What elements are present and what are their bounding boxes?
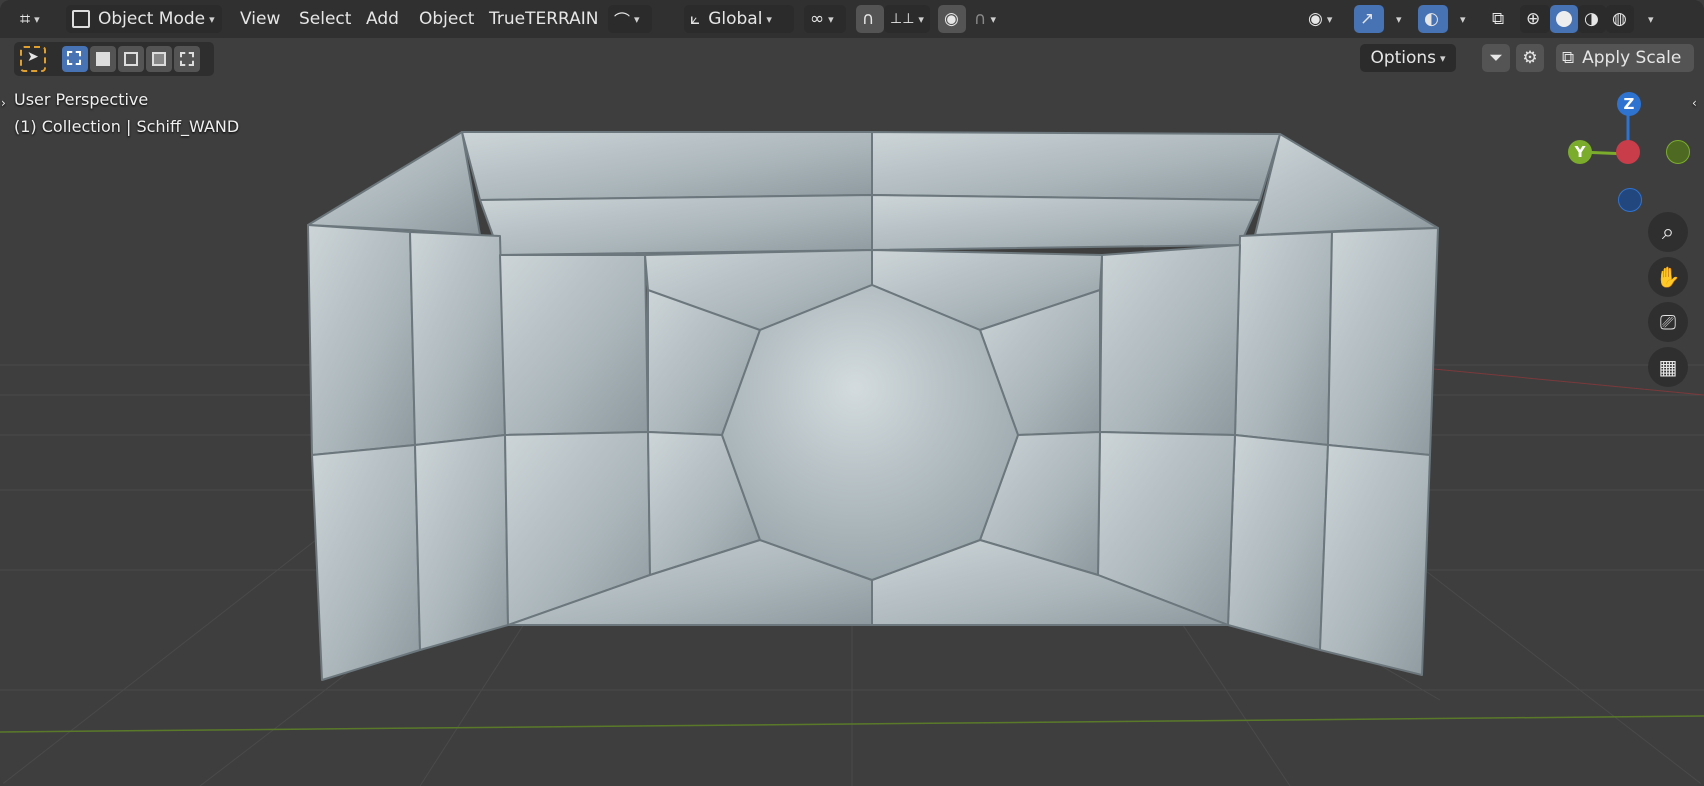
orientation-axes-icon: ⟀	[690, 9, 701, 29]
filter-funnel-icon: ⏷	[1489, 48, 1503, 68]
sidebar-expand-icon[interactable]: ‹	[1692, 96, 1697, 110]
select-box-subtract[interactable]	[118, 46, 144, 72]
shading-dropdown[interactable]: ▾	[1638, 5, 1662, 33]
menu-add[interactable]: Add	[366, 9, 399, 29]
select-box-intersect[interactable]	[174, 46, 200, 72]
shading-solid[interactable]	[1550, 5, 1578, 33]
material-sphere-icon: ◑	[1584, 9, 1599, 29]
overlays-toggle[interactable]: ◐	[1418, 5, 1448, 33]
select-invert-icon	[152, 52, 166, 66]
chevron-down-icon: ▾	[1648, 12, 1654, 26]
cursor-arrow-icon: ➤	[27, 49, 39, 65]
terrain-curve-dropdown[interactable]: ⌒ ▾	[608, 5, 652, 33]
scale-icon: ⧉	[1562, 48, 1575, 68]
falloff-curve-icon: ∩	[974, 9, 987, 29]
shading-material-preview[interactable]: ◑	[1578, 5, 1606, 33]
proportional-edit-icon: ◉	[944, 9, 959, 29]
pivot-point-selector[interactable]: ∞ ▾	[804, 5, 846, 33]
navigation-gizmo[interactable]: Z Y	[1560, 86, 1690, 216]
solid-sphere-icon	[1556, 11, 1572, 27]
toolbar-expand-icon[interactable]: ›	[1, 96, 6, 110]
gizmo-z-axis[interactable]: Z	[1617, 92, 1641, 116]
proportional-editing-toggle[interactable]: ◉	[938, 5, 966, 33]
xray-icon: ⧉	[1492, 9, 1505, 29]
zoom-button[interactable]: ⌕	[1648, 212, 1688, 252]
curve-icon: ⌒	[614, 11, 631, 30]
snap-target-selector[interactable]: ⊥⊥ ▾	[884, 5, 930, 33]
gear-icon: ⚙	[1522, 48, 1538, 68]
select-extend-icon	[96, 52, 110, 66]
select-box-extend[interactable]	[90, 46, 116, 72]
transform-orientation-selector[interactable]: ⟀ Global ▾	[684, 5, 794, 33]
center-heptagon-panel	[720, 283, 1020, 582]
3d-viewport-icon: ⌗	[20, 8, 31, 30]
mode-selector[interactable]: Object Mode ▾	[66, 5, 222, 33]
menu-object[interactable]: Object	[419, 9, 474, 29]
gizmo-neg-z-axis[interactable]	[1618, 188, 1642, 212]
overlays-dropdown[interactable]: ▾	[1450, 5, 1472, 33]
pivot-link-icon: ∞	[810, 9, 825, 29]
select-subtract-icon	[124, 52, 138, 66]
settings-button[interactable]: ⚙	[1516, 44, 1544, 72]
snap-toggle[interactable]: ∩	[856, 5, 884, 33]
object-mode-icon	[72, 10, 90, 28]
camera-icon: ⎚	[1660, 310, 1676, 334]
rendered-sphere-icon: ◍	[1612, 9, 1627, 29]
shading-wireframe[interactable]: ⊕	[1520, 5, 1550, 33]
viewport-header: ⌗ ▾ Object Mode ▾ View Select Add Object T…	[0, 0, 1704, 38]
camera-view-button[interactable]: ⎚	[1648, 302, 1688, 342]
menu-view[interactable]: View	[240, 9, 280, 29]
collection-info-label: (1) Collection | Schiff_WAND	[14, 117, 240, 136]
ortho-grid-icon: ▦	[1658, 355, 1678, 379]
overlays-icon: ◐	[1424, 9, 1439, 29]
chevron-down-icon: ▾	[1396, 12, 1402, 26]
zoom-icon: ⌕	[1661, 219, 1675, 245]
menu-select[interactable]: Select	[299, 9, 351, 29]
menu-trueterrain[interactable]: TrueTERRAIN	[489, 9, 599, 29]
snap-increment-icon: ⊥⊥	[890, 11, 915, 27]
select-box-new[interactable]	[62, 46, 88, 72]
select-intersect-icon	[180, 52, 194, 66]
gizmo-arrow-icon: ↗	[1360, 9, 1375, 29]
gizmo-dropdown[interactable]: ▾	[1386, 5, 1408, 33]
shading-rendered[interactable]: ◍	[1606, 5, 1634, 33]
gizmo-toggle[interactable]: ↗	[1354, 5, 1384, 33]
view-name-label: User Perspective	[14, 90, 149, 109]
editor-type-selector[interactable]: ⌗ ▾	[14, 5, 54, 33]
pan-button[interactable]: ✋	[1648, 257, 1688, 297]
ortho-toggle-button[interactable]: ▦	[1648, 347, 1688, 387]
select-new-icon	[67, 51, 81, 65]
options-dropdown[interactable]: Options ▾	[1360, 44, 1456, 72]
3d-viewport[interactable]: ⌗ ▾ Object Mode ▾ View Select Add Object T…	[0, 0, 1704, 786]
wireframe-sphere-icon: ⊕	[1526, 9, 1541, 29]
filter-button[interactable]: ⏷	[1482, 44, 1510, 72]
tweak-select-tool[interactable]: ➤	[20, 46, 46, 72]
mesh-object-schiff-wand[interactable]	[0, 0, 1704, 786]
xray-toggle[interactable]: ⧉	[1486, 5, 1514, 33]
eye-icon: ◉	[1308, 9, 1323, 29]
proportional-falloff-selector[interactable]: ∩ ▾	[968, 5, 1010, 33]
magnet-icon: ∩	[862, 9, 875, 29]
visibility-selector[interactable]: ◉ ▾	[1302, 5, 1346, 33]
gizmo-neg-y-axis[interactable]	[1666, 140, 1690, 164]
gizmo-y-axis[interactable]: Y	[1568, 140, 1592, 164]
apply-scale-button[interactable]: ⧉ Apply Scale	[1556, 44, 1694, 72]
gizmo-x-axis[interactable]	[1616, 140, 1640, 164]
select-tool-row: ➤	[14, 42, 214, 76]
select-box-invert[interactable]	[146, 46, 172, 72]
hand-pan-icon: ✋	[1655, 265, 1681, 289]
chevron-down-icon: ▾	[1460, 12, 1466, 26]
